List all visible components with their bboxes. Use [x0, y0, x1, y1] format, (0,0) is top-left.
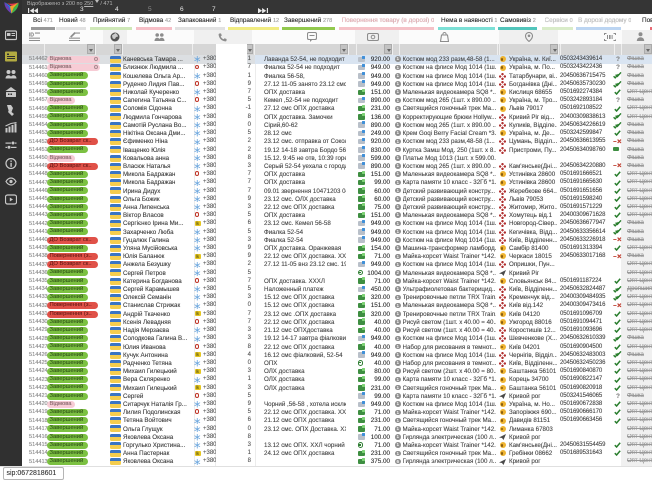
svg-text:ID: ID [29, 33, 34, 39]
